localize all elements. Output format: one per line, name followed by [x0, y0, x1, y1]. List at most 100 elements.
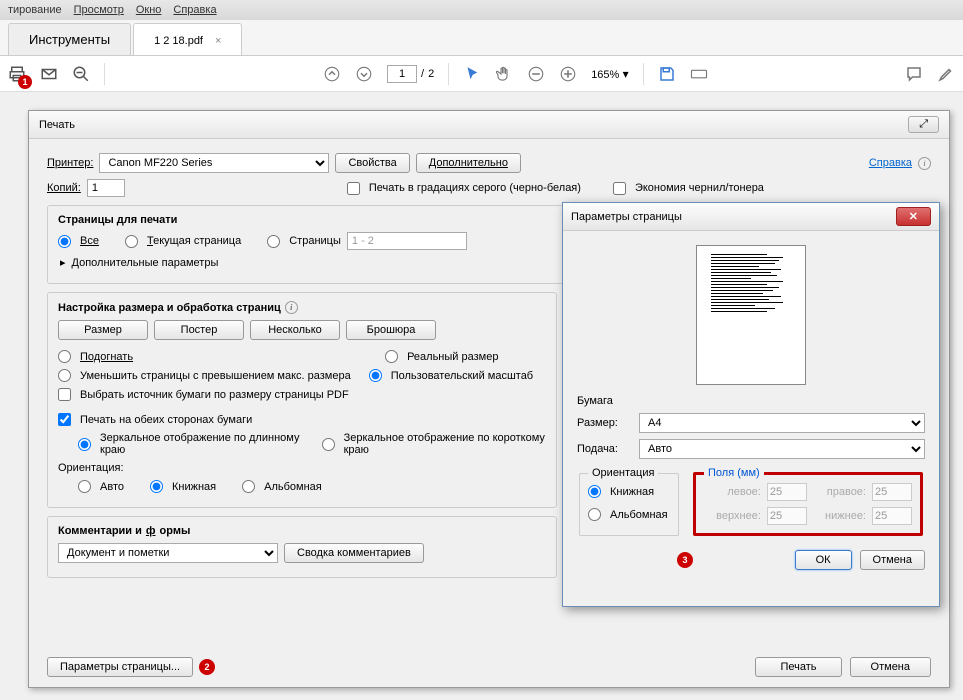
comments-title: Комментарии и формы [58, 525, 546, 537]
cancel-button[interactable]: Отмена [860, 550, 925, 570]
zoom-level[interactable]: 165% ▾ [591, 67, 629, 81]
shrink-radio[interactable] [58, 369, 71, 382]
economy-checkbox[interactable] [613, 182, 626, 195]
highlight-icon[interactable] [937, 65, 955, 83]
duplex-label: Печать на обеих сторонах бумаги [80, 414, 252, 426]
custom-radio[interactable] [369, 369, 382, 382]
ok-button[interactable]: ОК [795, 550, 852, 570]
orientation-fieldset: Ориентация Книжная Альбомная [579, 467, 679, 536]
poster-button[interactable]: Постер [154, 320, 244, 340]
page-input[interactable] [387, 65, 417, 83]
advanced-button[interactable]: Дополнительно [416, 153, 521, 173]
brochure-button[interactable]: Брошюра [346, 320, 436, 340]
close-icon[interactable]: ⤢ [908, 116, 939, 133]
cancel-button[interactable]: Отмена [850, 657, 931, 677]
flip-long-radio[interactable] [78, 438, 91, 451]
summarize-button[interactable]: Сводка комментариев [284, 543, 424, 563]
comment-icon[interactable] [905, 65, 923, 83]
paper-size-select[interactable]: A4 [639, 413, 925, 433]
menu-item[interactable]: тирование [8, 4, 62, 16]
zoom-plus-icon[interactable] [559, 65, 577, 83]
pages-range-input[interactable] [347, 232, 467, 250]
grayscale-checkbox[interactable] [347, 182, 360, 195]
keyboard-icon[interactable] [690, 65, 708, 83]
duplex-checkbox[interactable] [58, 413, 71, 426]
help-link[interactable]: Справка [869, 157, 912, 169]
pages-label: Страницы [289, 235, 341, 247]
menu-item[interactable]: Окно [136, 4, 162, 16]
badge: 1 [18, 75, 32, 89]
more-options[interactable]: Дополнительные параметры [72, 257, 219, 269]
flip-short-label: Зеркальное отображение по короткому краю [344, 432, 546, 456]
close-icon[interactable]: ✕ [896, 207, 931, 226]
dialog-title: Параметры страницы [571, 211, 682, 223]
source-checkbox[interactable] [58, 388, 71, 401]
fit-radio[interactable] [58, 350, 71, 363]
printer-label: Принтер: [47, 157, 93, 169]
size-title: Настройка размера и обработка страниц i [58, 301, 546, 314]
pages-radio[interactable] [267, 235, 280, 248]
page-down-icon[interactable] [355, 65, 373, 83]
flip-long-label: Зеркальное отображение по длинному краю [100, 432, 301, 456]
flip-short-radio[interactable] [322, 438, 335, 451]
portrait-radio[interactable] [588, 485, 601, 498]
actual-radio[interactable] [385, 350, 398, 363]
paper-section-label: Бумага [577, 395, 925, 407]
dialog-title: Печать [39, 119, 75, 131]
auto-radio[interactable] [78, 480, 91, 493]
feed-label: Подача: [577, 443, 629, 455]
tab-tools[interactable]: Инструменты [8, 23, 131, 55]
info-icon[interactable]: i [918, 157, 931, 170]
copies-label: Копий: [47, 182, 81, 194]
current-label: Текущая страница [147, 235, 241, 247]
multiple-button[interactable]: Несколько [250, 320, 340, 340]
margin-right-input [872, 483, 912, 501]
all-radio[interactable] [58, 235, 71, 248]
margins-fieldset: Поля (мм) левое: правое: верхнее: нижнее… [693, 467, 923, 536]
landscape-label: Альбомная [264, 481, 322, 493]
landscape-radio[interactable] [242, 480, 255, 493]
comments-select[interactable]: Документ и пометки [58, 543, 278, 563]
printer-select[interactable]: Canon MF220 Series [99, 153, 329, 173]
page-setup-button[interactable]: Параметры страницы... [47, 657, 193, 677]
page-preview [696, 245, 806, 385]
paper-size-label: Размер: [577, 417, 629, 429]
grayscale-label: Печать в градациях серого (черно-белая) [369, 182, 581, 194]
feed-select[interactable]: Авто [639, 439, 925, 459]
zoom-out-icon[interactable] [72, 65, 90, 83]
zoom-minus-icon[interactable] [527, 65, 545, 83]
menu-item[interactable]: Просмотр [74, 4, 124, 16]
fit-label: Подогнать [80, 351, 133, 363]
menu-item[interactable]: Справка [173, 4, 216, 16]
close-icon[interactable]: × [215, 35, 221, 47]
page-setup-dialog: Параметры страницы ✕ Бумага Размер: A4 П… [562, 202, 940, 607]
size-group: Настройка размера и обработка страниц i … [47, 292, 557, 508]
print-button[interactable]: Печать [755, 657, 841, 677]
auto-label: Авто [100, 481, 124, 493]
landscape-radio[interactable] [588, 508, 601, 521]
source-label: Выбрать источник бумаги по размеру стран… [80, 389, 349, 401]
document-tabs: Инструменты 1 2 18.pdf× [0, 20, 963, 56]
portrait-radio[interactable] [150, 480, 163, 493]
hand-icon[interactable] [495, 65, 513, 83]
properties-button[interactable]: Свойства [335, 153, 409, 173]
margin-left-input [767, 483, 807, 501]
page-up-icon[interactable] [323, 65, 341, 83]
pointer-icon[interactable] [463, 65, 481, 83]
toolbar: 1 / 2 165% ▾ [0, 56, 963, 92]
margin-bottom-input [872, 507, 912, 525]
copies-input[interactable] [87, 179, 125, 197]
portrait-label: Книжная [172, 481, 216, 493]
current-radio[interactable] [125, 235, 138, 248]
print-icon[interactable]: 1 [8, 65, 26, 83]
size-button[interactable]: Размер [58, 320, 148, 340]
dialog-titlebar: Параметры страницы ✕ [563, 203, 939, 231]
badge: 3 [677, 552, 693, 568]
tab-document[interactable]: 1 2 18.pdf× [133, 23, 242, 55]
margin-top-input [767, 507, 807, 525]
dialog-titlebar: Печать ⤢ [29, 111, 949, 139]
save-icon[interactable] [658, 65, 676, 83]
mail-icon[interactable] [40, 65, 58, 83]
all-label: Все [80, 235, 99, 247]
info-icon[interactable]: i [285, 301, 298, 314]
